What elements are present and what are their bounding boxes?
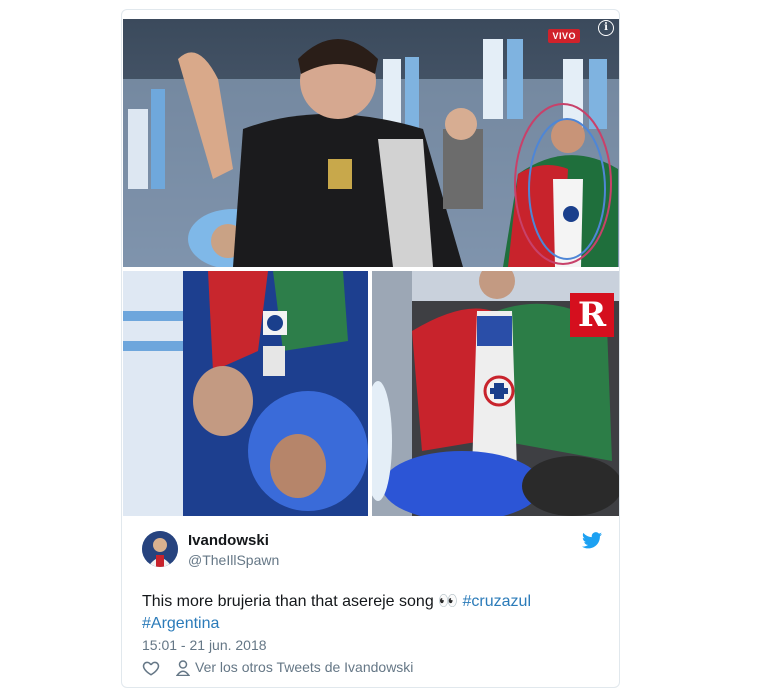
tweet-header: Ivandowski @TheIllSpawn	[142, 529, 602, 571]
fan-with-mexico-flag-photo[interactable]: R	[372, 271, 619, 516]
stadium-fans-photo[interactable]: VIVO i	[123, 19, 619, 267]
closeup-fan-cape-image	[123, 271, 368, 516]
tweet-media-grid[interactable]: VIVO i R	[122, 19, 619, 516]
embedded-tweet-card: VIVO i R Ivandowski @TheIllSpawn This mo…	[121, 9, 620, 688]
heart-icon[interactable]	[142, 659, 160, 677]
tweet-actions: Ver los otros Tweets de Ivandowski	[142, 658, 602, 680]
tweet-timestamp[interactable]: 15:01 - 21 jun. 2018	[142, 637, 267, 653]
twitter-bird-icon[interactable]	[582, 532, 602, 549]
hashtag-argentina[interactable]: #Argentina	[142, 615, 219, 632]
display-name[interactable]: Ivandowski	[188, 532, 269, 549]
info-icon[interactable]: i	[598, 20, 614, 36]
closeup-fan-cape-photo[interactable]	[123, 271, 368, 516]
hashtag-cruzazul[interactable]: #cruzazul	[463, 593, 531, 610]
view-more-tweets-link[interactable]: Ver los otros Tweets de Ivandowski	[195, 659, 413, 675]
live-badge: VIVO	[548, 29, 580, 43]
stadium-fans-image	[123, 19, 619, 267]
tweet-body: This more brujeria than that asereje son…	[142, 593, 463, 610]
user-handle[interactable]: @TheIllSpawn	[188, 552, 279, 568]
tweet-text: This more brujeria than that asereje son…	[142, 591, 602, 635]
brand-logo: R	[570, 293, 614, 337]
person-icon	[176, 660, 190, 676]
avatar[interactable]	[142, 531, 178, 567]
avatar-image	[142, 531, 178, 567]
